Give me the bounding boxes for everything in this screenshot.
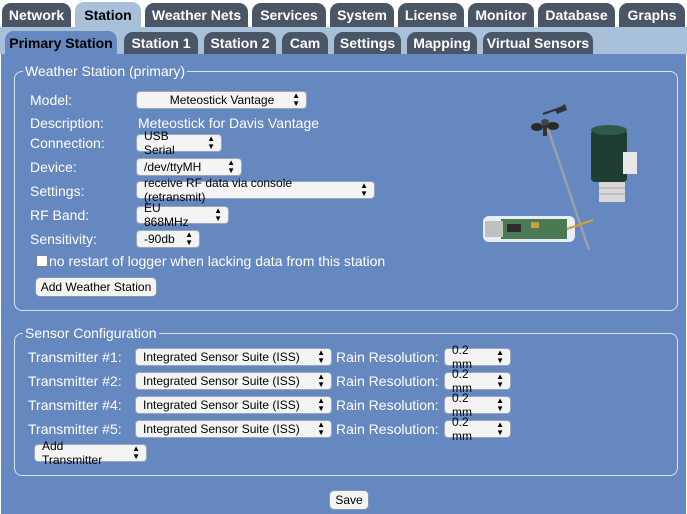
no-restart-checkbox[interactable] bbox=[36, 255, 48, 267]
transmitter-label: Transmitter #5: bbox=[28, 421, 122, 437]
transmitter-type-select[interactable]: Integrated Sensor Suite (ISS) ▲ ▼ bbox=[135, 372, 332, 390]
select-arrows-icon: ▲ ▼ bbox=[317, 396, 325, 413]
model-value: Meteostick Vantage bbox=[169, 93, 275, 107]
select-arrows-icon: ▲ ▼ bbox=[317, 372, 325, 389]
usb-stick-icon bbox=[483, 216, 594, 242]
rain-resolution-select[interactable]: 0.2 mm ▲ ▼ bbox=[444, 343, 511, 371]
rain-resolution-select[interactable]: 0.2 mm ▲ ▼ bbox=[444, 367, 511, 395]
tab-settings[interactable]: Settings bbox=[334, 32, 401, 54]
tab-graphs[interactable]: Graphs bbox=[619, 3, 685, 27]
connection-select[interactable]: USB Serial ▲ ▼ bbox=[136, 129, 222, 157]
settings-label: Settings: bbox=[30, 183, 85, 199]
select-arrows-icon: ▲ ▼ bbox=[214, 206, 222, 223]
tab-network[interactable]: Network bbox=[2, 3, 71, 27]
rain-resolution-value: 0.2 mm bbox=[452, 415, 472, 443]
rf-band-label: RF Band: bbox=[30, 207, 90, 223]
select-arrows-icon: ▲ ▼ bbox=[317, 420, 325, 437]
weather-station-legend: Weather Station (primary) bbox=[25, 63, 186, 79]
rain-resolution-select[interactable]: 0.2 mm ▲ ▼ bbox=[444, 415, 511, 443]
weather-station-image bbox=[483, 104, 637, 250]
tab-services[interactable]: Services bbox=[252, 3, 326, 27]
connection-label: Connection: bbox=[30, 135, 105, 151]
tab-primary-station[interactable]: Primary Station bbox=[5, 31, 117, 54]
tab-station-2[interactable]: Station 2 bbox=[204, 32, 276, 54]
tab-database[interactable]: Database bbox=[538, 3, 615, 27]
select-arrows-icon: ▲ ▼ bbox=[496, 348, 504, 365]
rain-resolution-select[interactable]: 0.2 mm ▲ ▼ bbox=[444, 391, 511, 419]
sub-tab-bar: Primary Station Station 1 Station 2 Cam … bbox=[0, 27, 687, 54]
transmitter-type-select[interactable]: Integrated Sensor Suite (ISS) ▲ ▼ bbox=[135, 396, 332, 414]
settings-select[interactable]: receive RF data via console (retransmit)… bbox=[136, 176, 375, 204]
no-restart-label: no restart of logger when lacking data f… bbox=[49, 253, 386, 269]
add-transmitter-value: Add Transmitter bbox=[42, 439, 103, 467]
tab-station-1[interactable]: Station 1 bbox=[124, 32, 198, 54]
transmitter-type-value: Integrated Sensor Suite (ISS) bbox=[143, 374, 300, 388]
transmitter-label: Transmitter #4: bbox=[28, 397, 122, 413]
rain-resolution-label: Rain Resolution: bbox=[336, 397, 439, 413]
tab-virtual-sensors[interactable]: Virtual Sensors bbox=[483, 32, 593, 54]
transmitter-type-value: Integrated Sensor Suite (ISS) bbox=[143, 422, 300, 436]
main-panel: Weather Station (primary) Model: Meteost… bbox=[1, 54, 686, 514]
transmitter-type-value: Integrated Sensor Suite (ISS) bbox=[143, 398, 300, 412]
rain-collector-icon bbox=[591, 125, 637, 202]
device-label: Device: bbox=[30, 159, 77, 175]
rf-band-value: EU 868MHz bbox=[144, 201, 189, 229]
add-weather-station-button[interactable]: Add Weather Station bbox=[35, 277, 157, 297]
transmitter-type-select[interactable]: Integrated Sensor Suite (ISS) ▲ ▼ bbox=[135, 420, 332, 438]
sensitivity-value: -90db bbox=[144, 232, 175, 246]
add-transmitter-select[interactable]: Add Transmitter ▲ ▼ bbox=[34, 439, 147, 467]
select-arrows-icon: ▲ ▼ bbox=[227, 158, 235, 175]
select-arrows-icon: ▲ ▼ bbox=[360, 181, 368, 198]
rain-resolution-label: Rain Resolution: bbox=[336, 421, 439, 437]
tab-cam[interactable]: Cam bbox=[282, 32, 328, 54]
description-label: Description: bbox=[30, 115, 104, 131]
select-arrows-icon: ▲ ▼ bbox=[292, 91, 300, 108]
tab-license[interactable]: License bbox=[398, 3, 464, 27]
main-tab-bar: Network Station Weather Nets Services Sy… bbox=[0, 0, 687, 27]
select-arrows-icon: ▲ ▼ bbox=[496, 396, 504, 413]
rain-resolution-label: Rain Resolution: bbox=[336, 373, 439, 389]
rf-band-select[interactable]: EU 868MHz ▲ ▼ bbox=[136, 201, 229, 229]
tab-weather-nets[interactable]: Weather Nets bbox=[145, 3, 248, 27]
tab-monitor[interactable]: Monitor bbox=[468, 3, 534, 27]
transmitter-type-select[interactable]: Integrated Sensor Suite (ISS) ▲ ▼ bbox=[135, 348, 332, 366]
rain-resolution-label: Rain Resolution: bbox=[336, 349, 439, 365]
tab-system[interactable]: System bbox=[330, 3, 394, 27]
select-arrows-icon: ▲ ▼ bbox=[317, 348, 325, 365]
tab-mapping[interactable]: Mapping bbox=[407, 32, 477, 54]
select-arrows-icon: ▲ ▼ bbox=[207, 134, 215, 151]
select-arrows-icon: ▲ ▼ bbox=[496, 372, 504, 389]
device-select[interactable]: /dev/ttyMH ▲ ▼ bbox=[136, 158, 242, 176]
settings-value: receive RF data via console (retransmit) bbox=[144, 176, 293, 204]
connection-value: USB Serial bbox=[144, 129, 175, 157]
device-value: /dev/ttyMH bbox=[144, 160, 202, 174]
save-button[interactable]: Save bbox=[329, 490, 369, 510]
select-arrows-icon: ▲ ▼ bbox=[132, 444, 140, 461]
select-arrows-icon: ▲ ▼ bbox=[185, 230, 193, 247]
transmitter-label: Transmitter #2: bbox=[28, 373, 122, 389]
transmitter-label: Transmitter #1: bbox=[28, 349, 122, 365]
tab-station[interactable]: Station bbox=[75, 2, 141, 27]
sensor-config-legend: Sensor Configuration bbox=[25, 325, 157, 341]
transmitter-type-value: Integrated Sensor Suite (ISS) bbox=[143, 350, 300, 364]
model-label: Model: bbox=[30, 92, 73, 108]
sensitivity-label: Sensitivity: bbox=[30, 231, 97, 247]
model-select[interactable]: Meteostick Vantage ▲ ▼ bbox=[136, 91, 307, 109]
select-arrows-icon: ▲ ▼ bbox=[496, 420, 504, 437]
sensitivity-select[interactable]: -90db ▲ ▼ bbox=[136, 230, 200, 248]
